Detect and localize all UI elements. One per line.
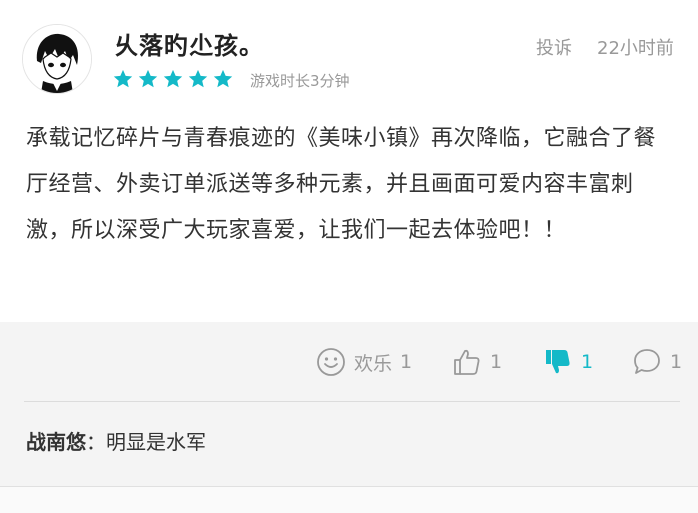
thumbs-down-icon [546,350,570,374]
dislike-count: 1 [581,351,594,373]
avatar[interactable] [22,24,92,94]
comment-count: 1 [670,351,683,373]
reply-author[interactable]: 战南悠 [26,430,86,454]
report-link[interactable]: 投诉 [536,34,572,60]
username[interactable]: 乆落旳尐孩。 [114,26,264,61]
star-icon [138,69,158,88]
star-icon [188,69,208,88]
review-card: 乆落旳尐孩。 投诉 22小时前 游戏时长3分钟 承载记忆碎片与青春痕迹的《美味小… [0,0,698,322]
happy-button[interactable]: 欢乐 1 [316,346,412,378]
star-icon [163,69,183,88]
reply-separator: ： [86,430,106,454]
star-icon [113,69,133,88]
dislike-button[interactable]: 1 [543,346,593,378]
review-footer: 欢乐 1 1 1 1 战南悠：明显是水军 [0,322,698,513]
playtime: 游戏时长3分钟 [250,72,350,90]
smiley-icon [317,348,345,376]
reply-item[interactable]: 战南悠：明显是水军 [26,426,206,455]
timestamp: 22小时前 [597,38,674,59]
like-count: 1 [490,351,503,373]
thumbs-up-icon [454,349,480,375]
happy-count: 1 [400,351,413,373]
divider [24,401,680,402]
review-text: 承载记忆碎片与青春痕迹的《美味小镇》再次降临，它融合了餐厅经营、外卖订单派送等多… [26,126,657,243]
star-icon [213,69,233,88]
action-bar: 欢乐 1 1 1 1 [0,346,698,378]
like-button[interactable]: 1 [452,346,502,378]
happy-label: 欢乐 [354,352,393,375]
next-card-edge [0,487,698,513]
reply-text: 明显是水军 [106,430,206,454]
avatar-image [23,25,91,93]
comment-icon [634,349,660,374]
star-rating [112,68,234,90]
comment-button[interactable]: 1 [632,346,682,378]
